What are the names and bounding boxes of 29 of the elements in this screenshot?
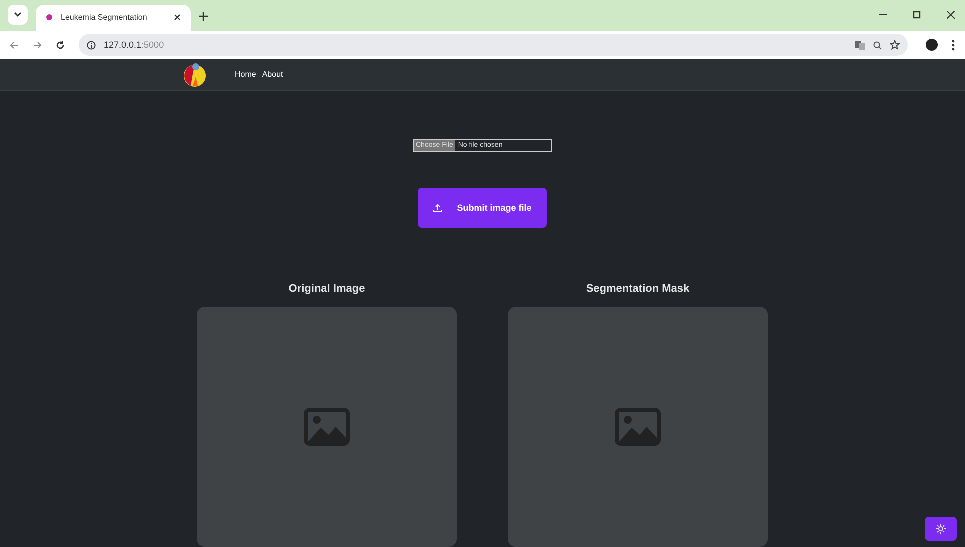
- favicon-icon: [46, 14, 53, 22]
- maximize-icon[interactable]: [913, 11, 921, 20]
- close-icon[interactable]: [174, 14, 181, 22]
- translate-icon[interactable]: [855, 40, 865, 50]
- new-tab-icon[interactable]: [199, 12, 208, 21]
- back-icon[interactable]: [10, 40, 19, 50]
- profile-avatar-icon[interactable]: [926, 39, 938, 51]
- menu-icon[interactable]: [952, 40, 955, 50]
- close-window-icon[interactable]: [947, 11, 955, 20]
- info-icon[interactable]: [87, 40, 96, 50]
- nav-link[interactable]: Home: [235, 70, 256, 80]
- reload-icon[interactable]: [56, 40, 65, 50]
- image-placeholder-icon: [304, 408, 350, 446]
- upload-icon: [433, 204, 444, 212]
- nav-link[interactable]: About: [262, 70, 284, 80]
- image-placeholder-icon: [615, 408, 661, 446]
- zoom-icon[interactable]: [873, 40, 882, 50]
- panel-title: Segmentation Mask: [586, 283, 690, 295]
- panel-title: Original Image: [288, 283, 366, 295]
- address-bar[interactable]: 127.0.0.1:5000: [79, 34, 908, 56]
- sun-icon: [936, 524, 946, 534]
- tab-list-button[interactable]: [8, 4, 28, 25]
- caret-icon: [14, 12, 22, 18]
- theme-toggle-button[interactable]: [925, 517, 957, 541]
- star-icon[interactable]: [890, 40, 900, 50]
- forward-icon[interactable]: [33, 40, 42, 50]
- submit-button[interactable]: Submit image file: [418, 188, 547, 228]
- logo-icon[interactable]: [183, 62, 207, 88]
- browser-tab[interactable]: Leukemia Segmentation: [36, 4, 191, 31]
